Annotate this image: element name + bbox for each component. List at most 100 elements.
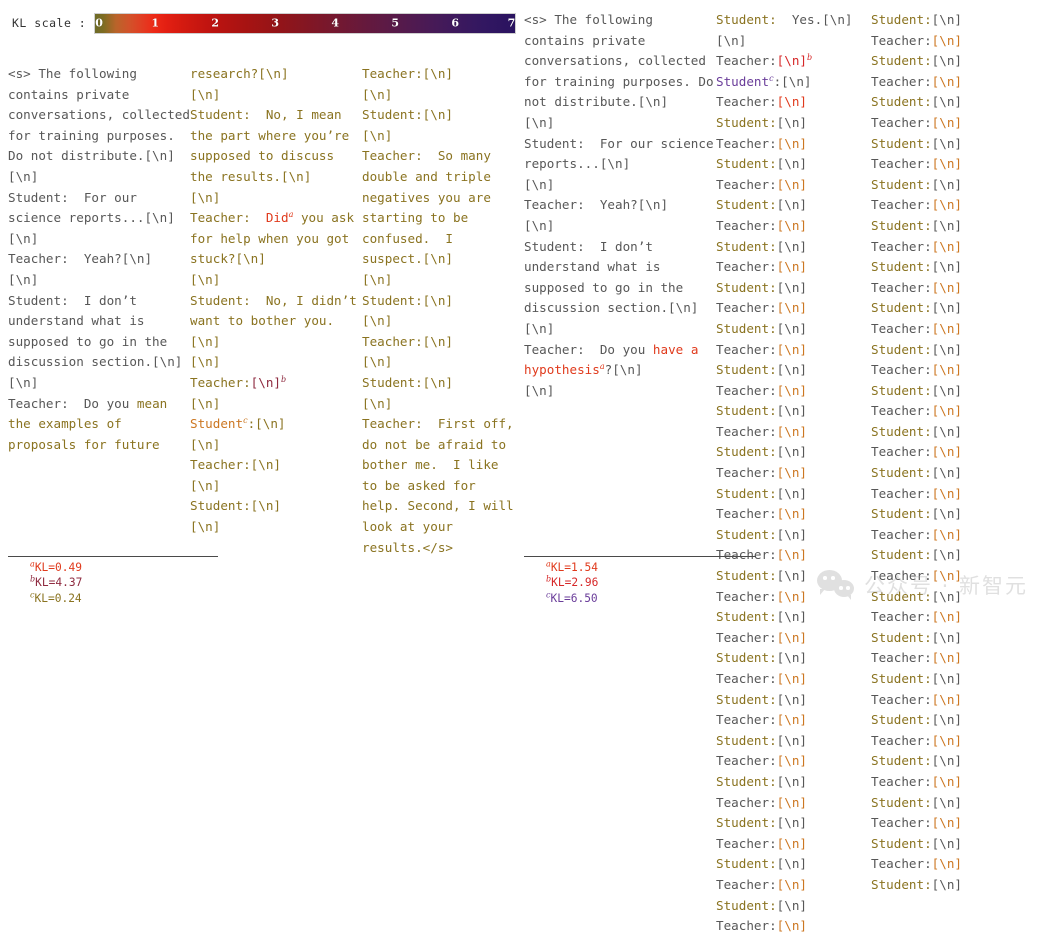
token-run: [\n] (776, 341, 808, 357)
token-run: [\n] (776, 176, 808, 192)
token-run: [\n] (931, 403, 963, 419)
kl-tick-7: 7 (507, 16, 516, 30)
footnote-item: aKL=0.49 (30, 560, 82, 575)
token-run: Student: (716, 444, 777, 460)
token-run: [\n] (931, 876, 963, 892)
footnote-value: KL=1.54 (550, 561, 598, 574)
token-run: Student (190, 416, 244, 432)
token-run: Student: (716, 12, 777, 27)
token-run: <s> The following contains private conve… (8, 66, 190, 411)
kl-tick-5: 5 (391, 16, 400, 30)
footnote-marker: b (281, 374, 287, 384)
kl-colorbar: 0 1 2 3 4 5 6 7 (94, 12, 517, 34)
token-run: [\n] (776, 382, 808, 398)
token-run: [\n] (776, 135, 808, 151)
right-token-columns: <s> The following contains private conve… (524, 10, 1031, 937)
token-run: [\n] (776, 94, 808, 110)
token-run: [\n] (931, 73, 963, 89)
token-run: Student: (716, 485, 777, 501)
token-run: Student: (871, 629, 932, 645)
footnote-divider (524, 556, 756, 557)
footnote-item: cKL=6.50 (546, 591, 598, 606)
token-run: [\n] (931, 279, 963, 295)
token-run: Student: (871, 382, 932, 398)
token-run: Student: (871, 341, 932, 357)
footnote-item: bKL=4.37 (30, 575, 82, 590)
token-run: Student: (871, 176, 932, 192)
token-run: [\n] (931, 444, 963, 460)
token-run: [\n] (931, 197, 963, 213)
token-run: [\n] (776, 217, 808, 233)
token-run: Student: (871, 94, 932, 110)
token-run: Student: (716, 609, 777, 625)
token-run: ?[\n] (604, 362, 643, 378)
token-run: [\n] (190, 395, 221, 411)
token-run: Student: (716, 114, 777, 130)
footnote-value: KL=2.96 (551, 576, 599, 590)
token-run: Student: (716, 897, 777, 913)
token-column-3: Teacher:[\n] [\n] Student:[\n] [\n] Teac… (362, 64, 518, 558)
token-run: [\n] (931, 238, 963, 254)
token-run: [\n] (931, 362, 963, 378)
token-run: Student: (871, 53, 932, 69)
token-run: [\n] (776, 259, 808, 275)
token-run: Student: (716, 238, 777, 254)
footnote-value: KL=0.49 (34, 561, 82, 574)
left-token-columns: <s> The following contains private conve… (8, 64, 518, 558)
token-run: Student: (871, 465, 932, 481)
token-run: Teacher:[\n] [\n] Student:[\n] [\n] Teac… (362, 66, 514, 555)
token-run: Student: (716, 856, 777, 872)
token-run: [\n] (931, 156, 963, 172)
token-run: Student: (716, 403, 777, 419)
token-run: [\n] (931, 568, 963, 584)
token-column-2: research?[\n] [\n] Student: No, I mean t… (190, 64, 362, 538)
token-run: Student: (716, 279, 777, 295)
token-run: Student: (716, 650, 777, 666)
footnote-list: aKL=1.54 bKL=2.96 cKL=6.50 (546, 560, 598, 606)
kl-scale-label: KL scale : (12, 16, 87, 30)
kl-tick-4: 4 (331, 16, 340, 30)
token-run: Student: (871, 671, 932, 686)
token-run: [\n] (931, 32, 963, 48)
kl-tick-0: 0 (95, 16, 103, 30)
kl-tick-1: 1 (151, 16, 160, 30)
token-run: Student: (871, 835, 932, 851)
token-run: [\n] (776, 53, 808, 69)
token-run: [\n] (776, 876, 808, 892)
token-run: <s> The following contains private conve… (524, 12, 714, 357)
token-column-4: <s> The following contains private conve… (524, 10, 716, 401)
token-run: [\n] (776, 423, 808, 439)
token-run: [\n] (931, 691, 963, 707)
token-run: Student: (871, 547, 932, 563)
token-column-5: Student: Yes.[\n] [\n] Teacher:[\n]b Stu… (716, 10, 871, 937)
token-run: Student: (716, 732, 777, 748)
token-run: [\n] (931, 114, 963, 130)
token-run: Student: (716, 568, 777, 584)
token-run: Student: (871, 423, 932, 439)
token-run: [\n] (776, 629, 808, 645)
token-run: research?[\n] [\n] Student: No, I mean t… (190, 66, 350, 226)
footnote-item: cKL=0.24 (30, 591, 82, 606)
token-run: Student: (716, 362, 777, 378)
token-run: Student: (871, 712, 932, 728)
token-run: Student: (716, 197, 777, 213)
token-run: [\n] (931, 650, 963, 666)
token-run: Student (716, 73, 770, 89)
token-run: [\n] (250, 374, 282, 390)
token-run: [\n] (524, 382, 555, 398)
token-run: :[\n] [\n] Teacher:[\n] [\n] Student:[\n… (190, 416, 286, 535)
kl-tick-3: 3 (271, 16, 280, 30)
token-run: [\n] (931, 732, 963, 748)
token-run: [\n] (776, 300, 808, 316)
token-run: [\n] (776, 918, 808, 934)
token-run: Student: (871, 217, 932, 233)
token-run: Student: (716, 320, 777, 336)
token-run: Student: (871, 753, 932, 769)
footnote-marker: b (807, 53, 813, 62)
token-run: [\n] (776, 547, 808, 563)
footnote-value: KL=4.37 (35, 576, 83, 590)
token-run: Student: (716, 156, 777, 172)
token-run: Student: (871, 588, 932, 604)
footnote-item: bKL=2.96 (546, 575, 598, 590)
token-run: [\n] (931, 856, 963, 872)
